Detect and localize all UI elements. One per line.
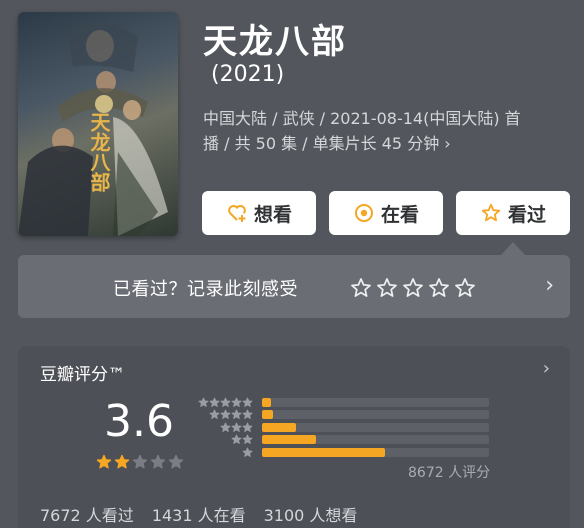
mini-star-icon <box>231 434 242 445</box>
star-outline-icon <box>480 202 502 224</box>
distribution-bar <box>262 410 274 420</box>
score-star-icon <box>96 454 112 469</box>
poster-image[interactable]: 天龙八部 <box>18 12 178 236</box>
mini-star-icon <box>209 409 220 420</box>
rate-star-icon[interactable] <box>376 277 398 299</box>
watching-label: 在看 <box>380 203 419 226</box>
watching-count[interactable]: 1431 人在看 <box>152 502 246 526</box>
rate-star-icon[interactable] <box>454 277 476 299</box>
rating-chevron-icon: › <box>542 358 550 379</box>
want-count[interactable]: 3100 人想看 <box>264 502 358 526</box>
mini-star-icon <box>242 422 253 432</box>
rate-star-icon[interactable] <box>428 277 450 299</box>
mini-star-icon <box>220 422 231 432</box>
distribution-stars-3 <box>220 422 253 433</box>
rating-stars <box>96 454 184 470</box>
distribution-bar <box>262 398 272 407</box>
page-title: 天龙八部 <box>203 22 347 62</box>
distribution-track <box>262 435 489 445</box>
rate-star-icon[interactable] <box>402 277 424 299</box>
mini-star-icon <box>242 447 253 457</box>
rating-score: 3.6 <box>104 396 174 447</box>
record-prompt: 已看过？记录此刻感受 <box>113 279 298 300</box>
mini-star-icon <box>198 397 209 407</box>
mini-star-icon <box>220 397 231 407</box>
distribution-bar <box>262 447 385 457</box>
release-year: (2021) <box>211 62 285 87</box>
distribution-track <box>262 398 489 407</box>
distribution-bar <box>262 422 297 432</box>
meta-line-1: 中国大陆 / 武侠 / 2021-08-14(中国大陆) 首 <box>203 109 521 128</box>
total-ratings: 8672 人评分 <box>408 465 491 481</box>
distribution-stars-5 <box>198 397 253 408</box>
distribution-track <box>262 410 489 420</box>
distribution-stars-1 <box>242 447 253 458</box>
score-star-icon <box>132 454 148 469</box>
mini-star-icon <box>242 434 253 445</box>
distribution-stars-2 <box>231 434 253 445</box>
record-feeling-card[interactable]: 已看过？记录此刻感受 › <box>18 255 570 318</box>
meta-line-2-wrap: 播 / 共 50 集 / 单集片长 45 分钟 › <box>203 131 563 156</box>
watching-button[interactable]: 在看 <box>329 191 443 235</box>
watched-count[interactable]: 7672 人看过 <box>40 502 134 526</box>
target-circle-icon <box>353 202 375 224</box>
record-chevron-icon: › <box>545 273 554 298</box>
mini-star-icon <box>231 397 242 407</box>
score-star-icon <box>114 454 130 469</box>
popover-caret <box>501 242 525 255</box>
meta-chevron-icon: › <box>444 134 451 153</box>
meta-line-2: 播 / 共 50 集 / 单集片长 45 分钟 <box>203 134 440 153</box>
poster-title-text: 天龙八部 <box>87 112 111 192</box>
watched-label: 看过 <box>507 203 546 226</box>
rate-star-icon[interactable] <box>350 277 372 299</box>
movie-meta[interactable]: 中国大陆 / 武侠 / 2021-08-14(中国大陆) 首 播 / 共 50 … <box>203 106 563 156</box>
want-to-watch-label: 想看 <box>253 203 292 226</box>
score-star-icon <box>168 454 184 469</box>
douban-rating-panel[interactable]: 豆瓣评分™ › 3.6 8672 人评分 7672 人看过 1431 人在看 3… <box>18 346 570 528</box>
watched-button[interactable]: 看过 <box>456 191 570 235</box>
mini-star-icon <box>231 409 242 420</box>
mini-star-icon <box>242 409 253 420</box>
score-star-icon <box>150 454 166 469</box>
mini-star-icon <box>220 409 231 420</box>
heart-plus-icon <box>226 202 248 224</box>
rate-stars[interactable] <box>350 277 476 299</box>
distribution-stars-4 <box>209 409 253 420</box>
distribution-track <box>262 447 489 457</box>
mini-star-icon <box>231 422 242 432</box>
distribution-track <box>262 422 489 432</box>
mini-star-icon <box>209 397 220 407</box>
distribution-bar <box>262 435 317 445</box>
rating-header: 豆瓣评分™ <box>40 365 125 385</box>
want-to-watch-button[interactable]: 想看 <box>202 191 316 235</box>
mini-star-icon <box>242 397 253 407</box>
audience-counts: 7672 人看过 1431 人在看 3100 人想看 <box>40 502 357 526</box>
